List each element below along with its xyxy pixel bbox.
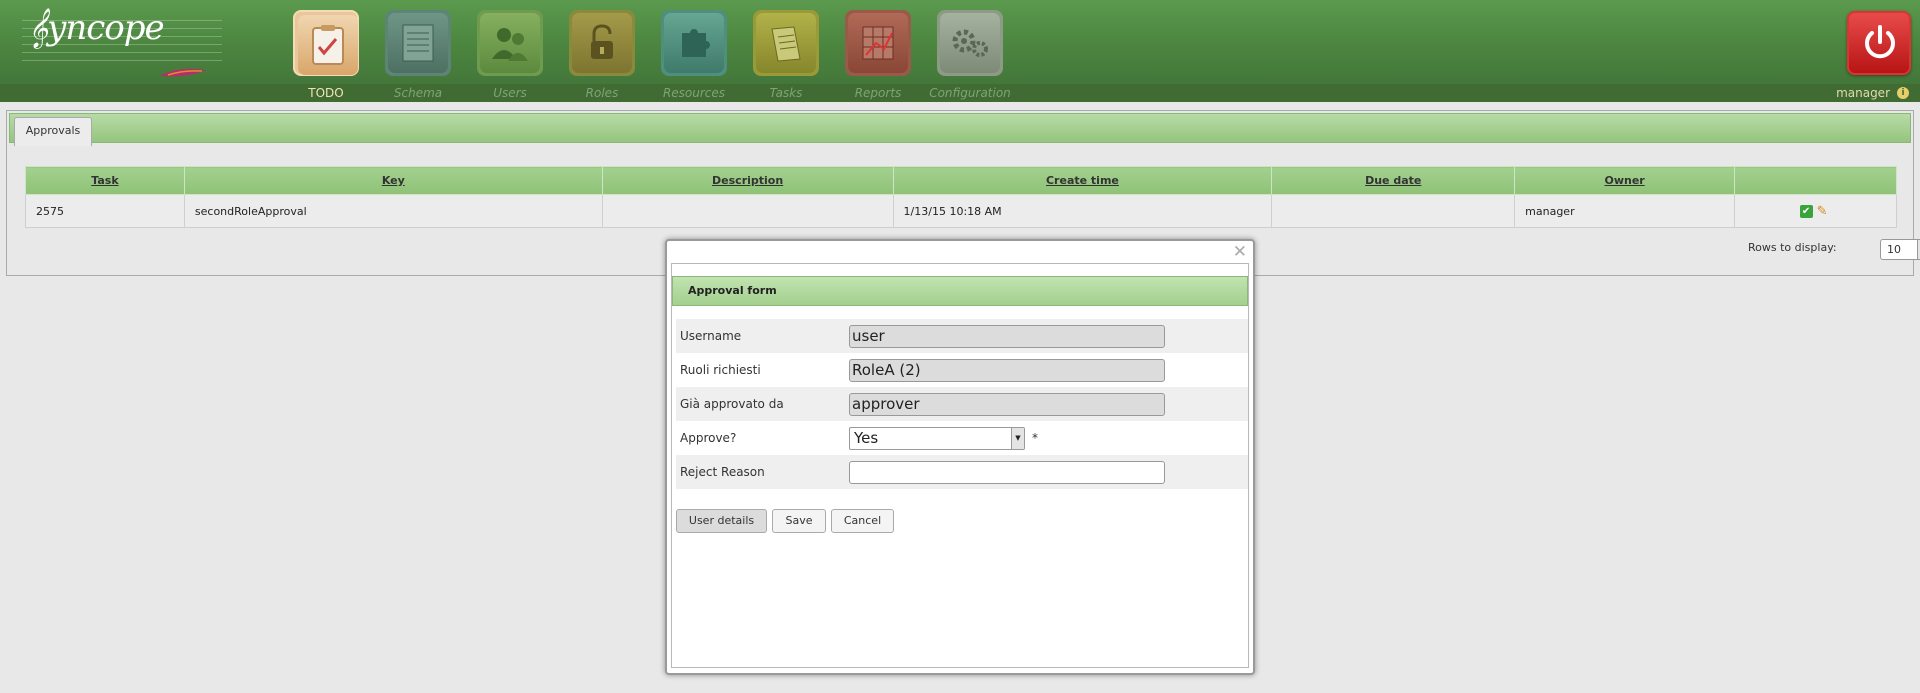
nav-todo-button[interactable] xyxy=(293,10,359,76)
close-icon[interactable]: ✕ xyxy=(1233,244,1247,261)
gia-approvato-label: Già approvato da xyxy=(680,397,784,411)
cancel-button[interactable]: Cancel xyxy=(831,509,894,533)
tasks-icon xyxy=(756,13,816,73)
nav-roles-button[interactable] xyxy=(569,10,635,76)
users-icon xyxy=(480,13,540,73)
cell-description xyxy=(601,194,894,228)
nav-schema-button[interactable] xyxy=(385,10,451,76)
table-header-row: Task Key Description Create time Due dat… xyxy=(25,166,1897,195)
approve-select[interactable]: Yes ▼ xyxy=(849,427,1025,450)
cell-due-date xyxy=(1271,194,1516,228)
nav-tasks-button[interactable] xyxy=(753,10,819,76)
save-button[interactable]: Save xyxy=(772,509,826,533)
approval-form-dialog: ✕ Approval form Username user Ruoli rich… xyxy=(665,239,1255,675)
claim-check-icon[interactable]: ✔ xyxy=(1799,204,1813,218)
field-row-reject: Reject Reason xyxy=(676,455,1248,489)
resources-puzzle-icon xyxy=(664,13,724,73)
rows-to-display-select[interactable]: 10 ▼ xyxy=(1880,239,1920,260)
reports-chart-icon xyxy=(848,13,908,73)
field-row-approvato: Già approvato da approver xyxy=(676,387,1248,421)
reject-reason-field[interactable] xyxy=(849,461,1165,484)
nav-label-roles[interactable]: Roles xyxy=(552,86,652,100)
col-header-owner[interactable]: Owner xyxy=(1514,166,1736,195)
info-icon[interactable]: i xyxy=(1897,87,1909,99)
approve-select-value: Yes xyxy=(854,429,879,447)
rows-to-display-label: Rows to display: xyxy=(1748,241,1837,254)
top-header: 𝄞yncope xyxy=(0,0,1920,84)
nav-resources-button[interactable] xyxy=(661,10,727,76)
col-header-key[interactable]: Key xyxy=(183,166,603,195)
tab-approvals[interactable]: Approvals xyxy=(14,117,92,146)
nav-reports-button[interactable] xyxy=(845,10,911,76)
username-field[interactable]: user xyxy=(849,325,1165,348)
logout-power-button[interactable] xyxy=(1847,11,1911,75)
col-header-description[interactable]: Description xyxy=(601,166,894,195)
col-header-actions xyxy=(1734,166,1897,195)
form-title: Approval form xyxy=(672,276,1248,306)
edit-pencil-icon[interactable]: ✎ xyxy=(1816,205,1829,218)
power-icon xyxy=(1865,25,1895,59)
nav-label-schema[interactable]: Schema xyxy=(368,86,468,100)
required-marker: * xyxy=(1032,431,1038,445)
treble-clef-icon: 𝄞 xyxy=(28,8,48,48)
nav-label-resources[interactable]: Resources xyxy=(644,86,744,100)
col-header-task[interactable]: Task xyxy=(25,166,185,195)
current-user-label: manager xyxy=(1836,86,1890,100)
cell-owner: manager xyxy=(1514,194,1736,228)
col-header-due-date[interactable]: Due date xyxy=(1271,166,1516,195)
nav-label-users[interactable]: Users xyxy=(460,86,560,100)
approvals-table: Task Key Description Create time Due dat… xyxy=(25,166,1897,228)
nav-configuration-button[interactable] xyxy=(937,10,1003,76)
logo-text: 𝄞yncope xyxy=(28,8,165,48)
table-row: 2575 secondRoleApproval 1/13/15 10:18 AM… xyxy=(25,194,1897,228)
reject-reason-label: Reject Reason xyxy=(680,465,765,479)
col-header-create-time[interactable]: Create time xyxy=(892,166,1273,195)
syncope-logo[interactable]: 𝄞yncope xyxy=(18,8,222,78)
cell-task: 2575 xyxy=(25,194,185,228)
username-label: Username xyxy=(680,329,742,343)
rows-to-display-value: 10 xyxy=(1887,243,1901,256)
ruoli-richiesti-field[interactable]: RoleA (2) xyxy=(849,359,1165,382)
field-row-approve: Approve? Yes ▼ * xyxy=(676,421,1248,455)
todo-clipboard-icon xyxy=(298,15,358,75)
schema-icon xyxy=(388,13,448,73)
user-details-button[interactable]: User details xyxy=(676,509,767,533)
nav-label-reports[interactable]: Reports xyxy=(828,86,928,100)
roles-lock-icon xyxy=(572,13,632,73)
gia-approvato-field[interactable]: approver xyxy=(849,393,1165,416)
nav-users-button[interactable] xyxy=(477,10,543,76)
cell-key: secondRoleApproval xyxy=(183,194,603,228)
tab-bar: Approvals xyxy=(9,113,1911,146)
approve-label: Approve? xyxy=(680,431,737,445)
nav-label-configuration[interactable]: Configuration xyxy=(920,86,1020,100)
chevron-down-icon: ▼ xyxy=(1011,428,1024,449)
configuration-gears-icon xyxy=(940,13,1000,73)
cell-create-time: 1/13/15 10:18 AM xyxy=(892,194,1273,228)
field-row-ruoli: Ruoli richiesti RoleA (2) xyxy=(676,353,1248,387)
nav-label-todo[interactable]: TODO xyxy=(276,86,376,100)
nav-label-tasks[interactable]: Tasks xyxy=(736,86,836,100)
ruoli-richiesti-label: Ruoli richiesti xyxy=(680,363,761,377)
apache-feather-icon xyxy=(160,68,206,77)
cell-actions: ✔ ✎ xyxy=(1734,194,1897,228)
field-row-username: Username user xyxy=(676,319,1248,353)
